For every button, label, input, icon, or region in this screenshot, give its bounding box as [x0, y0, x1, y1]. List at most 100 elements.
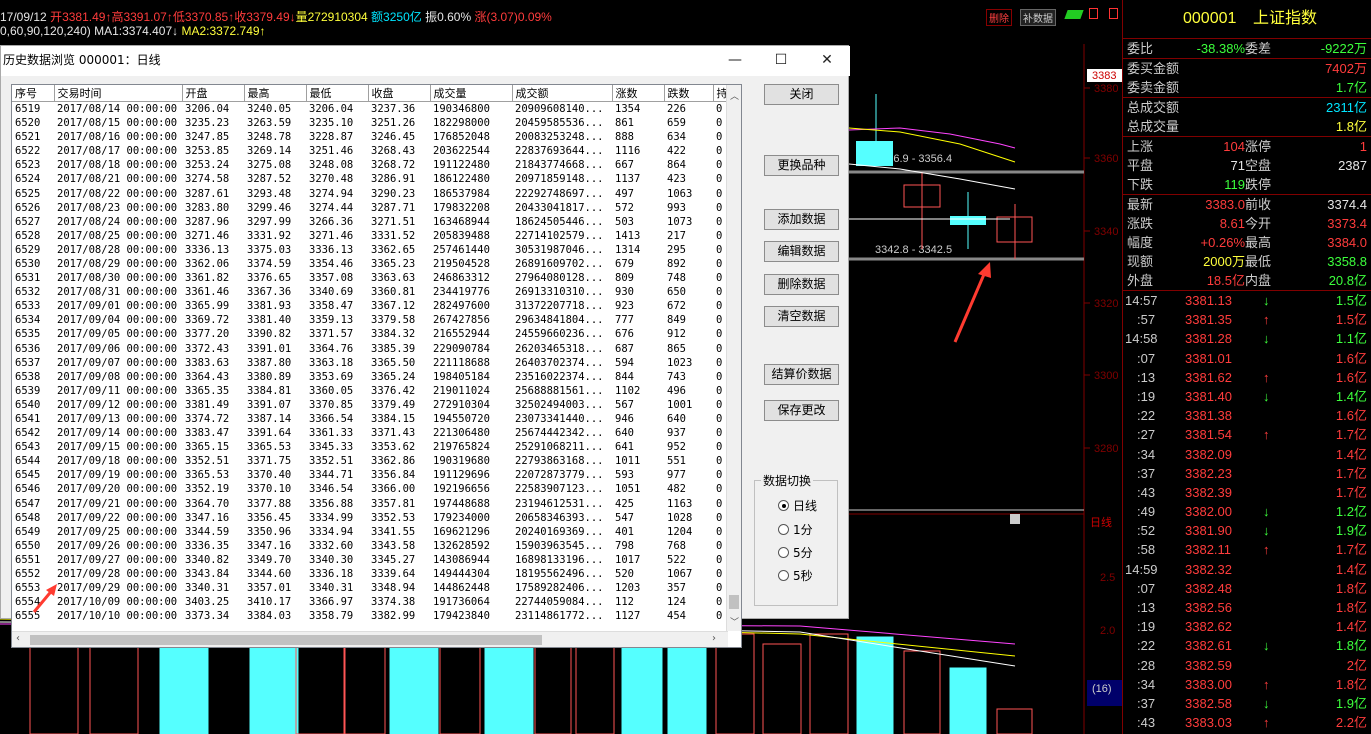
table-row[interactable]: 6552 2017/09/28 00:00:00 3343.84 3344.60 333…: [12, 567, 735, 581]
dialog-title-bar[interactable]: 历史数据浏览 000001：日线 — ☐ ✕: [1, 46, 850, 76]
vertical-scrollbar[interactable]: ︿ ﹀: [726, 85, 741, 631]
table-row[interactable]: 6549 2017/09/25 00:00:00 3344.59 3350.96 333…: [12, 525, 735, 539]
table-row[interactable]: 6528 2017/08/25 00:00:00 3271.46 3331.92 327…: [12, 229, 735, 243]
table-row[interactable]: 6524 2017/08/21 00:00:00 3274.58 3287.52 327…: [12, 172, 735, 186]
column-header[interactable]: 开盘: [182, 85, 245, 102]
table-cell: 1073: [667, 215, 693, 228]
table-row[interactable]: 6540 2017/09/12 00:00:00 3381.49 3391.07 337…: [12, 398, 735, 412]
delete-data-button[interactable]: 删除数据: [764, 274, 839, 295]
add-data-button[interactable]: 添加数据: [764, 209, 839, 230]
fill-data-badge[interactable]: 补数据: [1020, 9, 1056, 26]
column-header[interactable]: 涨数: [612, 85, 665, 102]
table-row[interactable]: 6531 2017/08/30 00:00:00 3361.82 3376.65 335…: [12, 271, 735, 285]
scroll-up-icon[interactable]: ︿: [730, 89, 739, 102]
change-symbol-button[interactable]: 更换品种: [764, 155, 839, 176]
column-header[interactable]: 交易时间: [54, 85, 183, 102]
table-row[interactable]: 6537 2017/09/07 00:00:00 3383.63 3387.80 336…: [12, 356, 735, 370]
delete-badge[interactable]: 删除: [986, 9, 1012, 26]
table-row[interactable]: 6533 2017/09/01 00:00:00 3365.99 3381.93 335…: [12, 299, 735, 313]
column-header[interactable]: 成交量: [430, 85, 513, 102]
maximize-icon[interactable]: [1109, 8, 1118, 19]
table-row[interactable]: 6535 2017/09/05 00:00:00 3377.20 3390.82 337…: [12, 327, 735, 341]
table-row[interactable]: 6532 2017/08/31 00:00:00 3361.46 3367.36 334…: [12, 285, 735, 299]
table-row[interactable]: 6548 2017/09/22 00:00:00 3347.16 3356.45 333…: [12, 511, 735, 525]
column-header[interactable]: 最低: [306, 85, 369, 102]
scroll-left-icon[interactable]: ‹: [16, 633, 20, 644]
table-row[interactable]: 6522 2017/08/17 00:00:00 3253.85 3269.14 325…: [12, 144, 735, 158]
table-cell: 6552: [15, 568, 41, 581]
radio-5min[interactable]: 5分: [778, 544, 813, 561]
column-header[interactable]: 序号: [12, 85, 55, 102]
table-row[interactable]: 6525 2017/08/22 00:00:00 3287.61 3293.48 327…: [12, 186, 735, 200]
table-cell: 246863312: [433, 272, 490, 285]
close-window-icon[interactable]: ✕: [804, 46, 850, 75]
table-row[interactable]: 6521 2017/08/16 00:00:00 3247.85 3248.78 322…: [12, 130, 735, 144]
close-button[interactable]: 关闭: [764, 84, 839, 105]
table-row[interactable]: 6526 2017/08/23 00:00:00 3283.80 3299.46 327…: [12, 201, 735, 215]
quote-value: 119: [1224, 177, 1245, 192]
tick-row: :13 3381.62 ↑ 1.6亿: [1123, 368, 1371, 387]
radio-daily[interactable]: 日线: [778, 497, 817, 514]
tick-volume: 1.8亿: [1335, 580, 1367, 596]
table-row[interactable]: 6553 2017/09/29 00:00:00 3340.31 3357.01 334…: [12, 581, 735, 595]
scroll-right-icon[interactable]: ›: [712, 633, 716, 644]
table-row[interactable]: 6550 2017/09/26 00:00:00 3336.35 3347.16 333…: [12, 539, 735, 553]
table-row[interactable]: 6520 2017/08/15 00:00:00 3235.23 3263.59 323…: [12, 116, 735, 130]
tick-volume: 1.9亿: [1335, 695, 1367, 711]
table-row[interactable]: 6551 2017/09/27 00:00:00 3340.82 3349.70 334…: [12, 553, 735, 567]
table-cell: 219504528: [433, 257, 490, 270]
table-row[interactable]: 6545 2017/09/19 00:00:00 3365.53 3370.40 334…: [12, 468, 735, 482]
column-header[interactable]: 跌数: [664, 85, 714, 102]
column-header[interactable]: 收盘: [368, 85, 431, 102]
table-row[interactable]: 6523 2017/08/18 00:00:00 3253.24 3275.08 324…: [12, 158, 735, 172]
scroll-down-icon[interactable]: ﹀: [730, 615, 739, 628]
vertical-scroll-thumb[interactable]: [729, 595, 739, 609]
table-cell: 2017/09/27 00:00:00: [57, 553, 178, 566]
horizontal-scroll-thumb[interactable]: [30, 635, 542, 645]
table-row[interactable]: 6541 2017/09/13 00:00:00 3374.72 3387.14 336…: [12, 412, 735, 426]
radio-1min[interactable]: 1分: [778, 521, 813, 538]
tick-volume: 1.5亿: [1335, 312, 1367, 328]
edit-data-button[interactable]: 编辑数据: [764, 241, 839, 262]
table-row[interactable]: 6538 2017/09/08 00:00:00 3364.43 3380.89 335…: [12, 370, 735, 384]
radio-5sec[interactable]: 5秒: [778, 567, 813, 584]
table-row[interactable]: 6546 2017/09/20 00:00:00 3352.19 3370.10 334…: [12, 482, 735, 496]
table-row[interactable]: 6547 2017/09/21 00:00:00 3364.70 3377.88 335…: [12, 497, 735, 511]
table-row[interactable]: 6543 2017/09/15 00:00:00 3365.15 3365.53 334…: [12, 440, 735, 454]
horizontal-scrollbar[interactable]: ‹ ›: [12, 631, 728, 647]
table-row[interactable]: 6529 2017/08/28 00:00:00 3336.13 3375.03 333…: [12, 243, 735, 257]
table-cell: 226: [667, 103, 686, 115]
tick-time: 14:59: [1125, 561, 1158, 577]
volume-axis-label: 2.0: [1100, 625, 1115, 637]
minimize-icon[interactable]: —: [712, 46, 758, 75]
window-icon[interactable]: [1089, 8, 1098, 19]
tick-time: :13: [1137, 369, 1156, 385]
table-row[interactable]: 6544 2017/09/18 00:00:00 3352.51 3371.75 335…: [12, 454, 735, 468]
clear-data-button[interactable]: 清空数据: [764, 306, 839, 327]
column-header[interactable]: 最高: [244, 85, 307, 102]
table-row[interactable]: 6534 2017/09/04 00:00:00 3369.72 3381.40 335…: [12, 313, 735, 327]
settlement-data-button[interactable]: 结算价数据: [764, 364, 839, 385]
table-row[interactable]: 6539 2017/09/11 00:00:00 3365.35 3384.81 336…: [12, 384, 735, 398]
column-header[interactable]: 成交额: [512, 85, 613, 102]
tick-row: :22 3381.38 1.6亿: [1123, 406, 1371, 425]
table-row[interactable]: 6527 2017/08/24 00:00:00 3287.96 3297.99 326…: [12, 215, 735, 229]
table-cell: 217: [667, 229, 686, 242]
table-cell: 2017/08/22 00:00:00: [57, 187, 178, 200]
table-row[interactable]: 6542 2017/09/14 00:00:00 3383.47 3391.64 336…: [12, 426, 735, 440]
table-row[interactable]: 6536 2017/09/06 00:00:00 3372.43 3391.01 336…: [12, 342, 735, 356]
table-row[interactable]: 6554 2017/10/09 00:00:00 3403.25 3410.17 336…: [12, 595, 735, 609]
quote-label: 今开: [1245, 216, 1272, 231]
save-changes-button[interactable]: 保存更改: [764, 400, 839, 421]
table-cell: 22292748697...: [515, 187, 604, 200]
table-cell: 923: [615, 300, 634, 313]
table-cell: 572: [615, 201, 634, 214]
table-cell: 844: [615, 370, 634, 383]
tick-volume: 1.8亿: [1335, 676, 1367, 692]
table-row[interactable]: 6555 2017/10/10 00:00:00 3373.34 3384.03 335…: [12, 609, 735, 623]
maximize-window-icon[interactable]: ☐: [758, 46, 804, 75]
table-row[interactable]: 6530 2017/08/29 00:00:00 3362.06 3374.59 335…: [12, 257, 735, 271]
table-row[interactable]: 6519 2017/08/14 00:00:00 3206.04 3240.05 320…: [12, 102, 735, 117]
tick-volume: 1.5亿: [1335, 293, 1367, 308]
history-data-grid[interactable]: 序号 交易时间 开盘 最高 最低 收盘 成交量 成交额 涨数 跌数持 6519 2017/08/14…: [11, 84, 742, 648]
